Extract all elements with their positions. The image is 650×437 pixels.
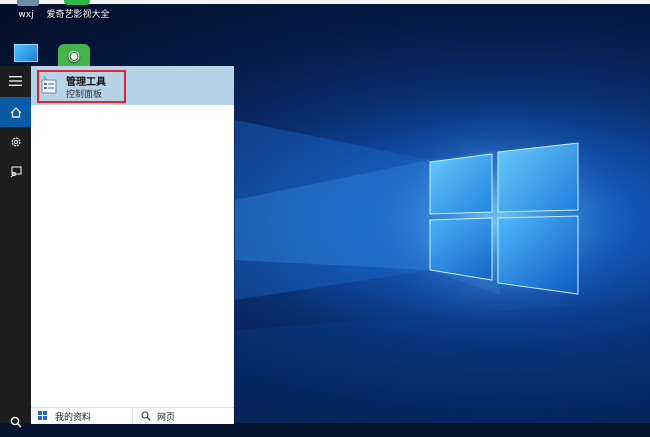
search-button[interactable] <box>0 407 31 437</box>
this-pc-icon <box>14 44 38 62</box>
search-icon <box>141 411 151 421</box>
video-player-icon: ◉ <box>58 44 90 68</box>
search-results-panel: 管理工具 控制面板 我的资料 网页 <box>31 66 234 424</box>
home-icon <box>10 106 21 118</box>
desktop-icon-wxj[interactable]: wxj <box>6 0 46 30</box>
search-icon <box>10 416 21 428</box>
tab-my-stuff-label: 我的资料 <box>55 412 92 423</box>
annotation-highlight-box <box>37 70 126 103</box>
best-match-result[interactable]: 管理工具 控制面板 <box>31 66 234 105</box>
desktop-icon-video-player[interactable]: ◉ <box>58 44 90 68</box>
search-scope-tabs: 我的资料 网页 <box>31 407 234 424</box>
tab-web[interactable]: 网页 <box>141 408 231 424</box>
desktop-icon-label: wxj <box>18 10 34 20</box>
user-folder-icon <box>17 0 39 6</box>
tab-my-stuff[interactable]: 我的资料 <box>38 408 128 424</box>
hamburger-menu-button[interactable] <box>0 66 31 96</box>
tab-web-label: 网页 <box>157 412 176 423</box>
desktop-icon-label: 爱奇艺影视大全 <box>46 10 110 20</box>
start-menu-rail <box>0 66 31 428</box>
iqiyi-app-icon <box>64 0 90 5</box>
desktop-icon-iqiyi[interactable]: 爱奇艺影视大全 <box>46 0 110 34</box>
hamburger-icon <box>9 76 22 86</box>
feedback-button[interactable] <box>0 157 31 187</box>
windows-logo-icon <box>38 411 48 421</box>
home-button[interactable] <box>0 97 31 127</box>
gear-icon <box>11 137 20 147</box>
feedback-icon <box>10 166 22 178</box>
desktop-icon-this-pc[interactable] <box>12 44 38 66</box>
settings-button[interactable] <box>0 127 31 157</box>
tab-divider <box>132 408 133 424</box>
